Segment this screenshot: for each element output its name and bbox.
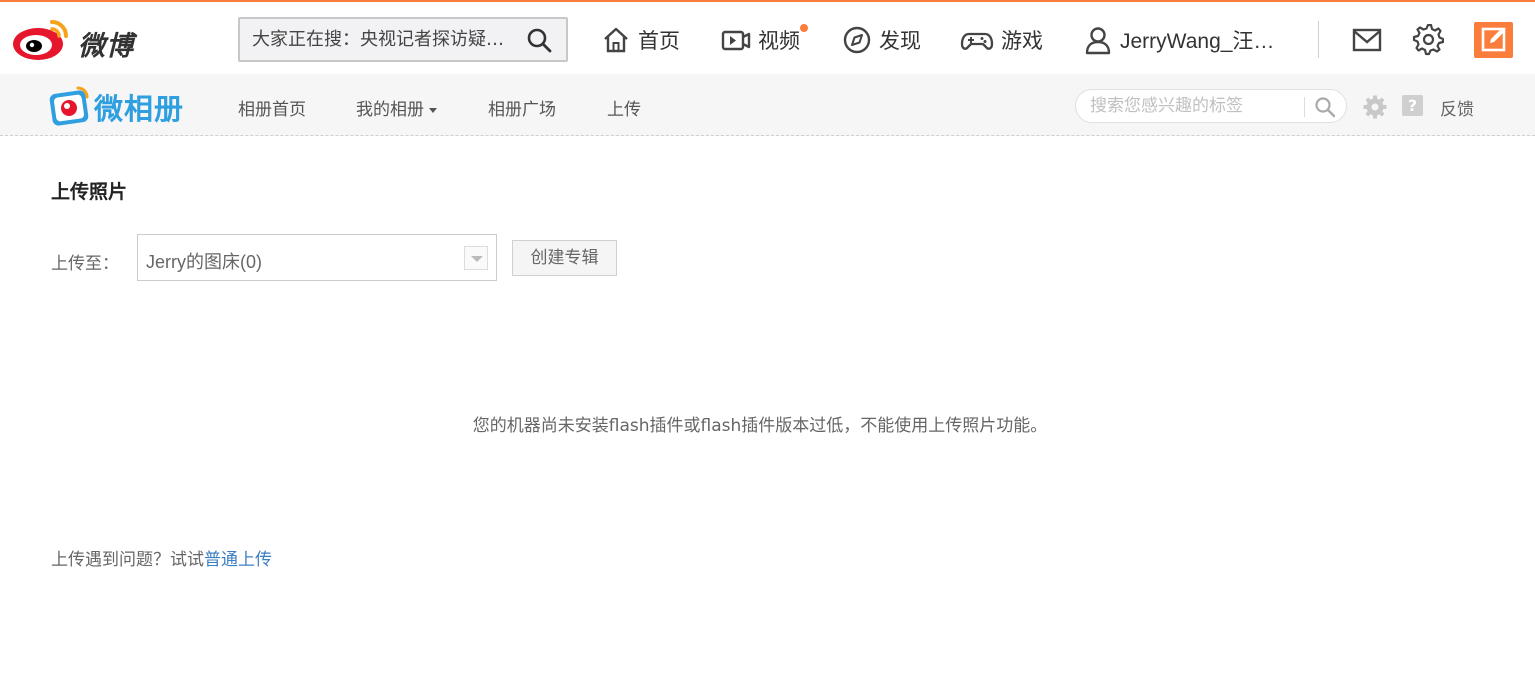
page-title: 上传照片 — [51, 181, 128, 203]
top-navbar: 微博 首页 视频 发现 — [0, 0, 1535, 74]
tag-search-box — [1075, 89, 1347, 123]
nav-video-label: 视频 — [758, 29, 800, 53]
edit-icon — [1481, 27, 1506, 52]
album-select[interactable]: Jerry的图床(0) — [137, 234, 497, 281]
nav-divider — [1318, 21, 1319, 58]
nav-user-name: JerryWang_汪… — [1120, 30, 1275, 53]
flash-warning-message: 您的机器尚未安装flash插件或flash插件版本过低，不能使用上传照片功能。 — [472, 416, 1048, 436]
nav-discover[interactable]: 发现 — [842, 23, 921, 57]
chevron-down-icon — [464, 246, 488, 270]
my-album-label: 我的相册 — [356, 100, 424, 120]
album-logo[interactable]: 微相册 — [48, 82, 193, 128]
upload-help-text: 上传遇到问题？试试普通上传 — [51, 545, 272, 570]
weibo-eye-icon — [13, 20, 68, 60]
compose-button[interactable] — [1474, 22, 1513, 58]
upload-link[interactable]: 上传 — [607, 95, 641, 120]
album-home-link[interactable]: 相册首页 — [238, 95, 306, 120]
tag-search-divider — [1304, 97, 1305, 117]
nav-home[interactable]: 首页 — [601, 23, 680, 57]
search-icon[interactable] — [1314, 96, 1336, 118]
global-search-input[interactable] — [252, 19, 522, 60]
create-album-button[interactable]: 创建专辑 — [512, 240, 617, 276]
nav-user-profile[interactable]: JerryWang_汪… — [1083, 23, 1274, 57]
mail-icon[interactable] — [1351, 24, 1383, 56]
help-icon[interactable]: ? — [1402, 95, 1423, 116]
album-logo-text: 微相册 — [94, 92, 185, 126]
album-navbar: 微相册 相册首页 我的相册 相册广场 上传 — [0, 74, 1535, 136]
feedback-link[interactable]: 反馈 — [1440, 95, 1474, 120]
nav-discover-label: 发现 — [879, 29, 921, 53]
global-search-box — [238, 17, 568, 62]
caret-down-icon — [429, 107, 437, 113]
nav-home-label: 首页 — [638, 29, 680, 53]
album-select-value: Jerry的图床(0) — [146, 252, 262, 272]
nav-game-label: 游戏 — [1001, 29, 1043, 53]
compass-icon — [843, 26, 871, 54]
nav-video[interactable]: 视频 — [721, 23, 808, 57]
tag-search-input[interactable] — [1090, 90, 1300, 122]
gamepad-icon — [960, 32, 994, 50]
nav-game[interactable]: 游戏 — [960, 23, 1043, 57]
notification-dot — [800, 24, 808, 32]
camera-logo-icon — [49, 86, 89, 126]
my-album-menu[interactable]: 我的相册 — [356, 95, 437, 120]
search-icon[interactable] — [526, 27, 552, 53]
user-icon — [1085, 27, 1111, 55]
weibo-logo-text: 微博 — [78, 31, 134, 62]
home-icon — [604, 27, 628, 53]
normal-upload-link[interactable]: 普通上传 — [204, 550, 272, 570]
album-square-link[interactable]: 相册广场 — [488, 95, 556, 120]
gear-icon[interactable] — [1412, 24, 1444, 56]
weibo-logo[interactable]: 微博 — [12, 16, 137, 62]
upload-help-prefix: 上传遇到问题？试试 — [51, 550, 204, 570]
video-icon — [721, 30, 751, 51]
settings-gear-icon[interactable] — [1363, 95, 1387, 119]
upload-to-label: 上传至： — [51, 254, 119, 274]
